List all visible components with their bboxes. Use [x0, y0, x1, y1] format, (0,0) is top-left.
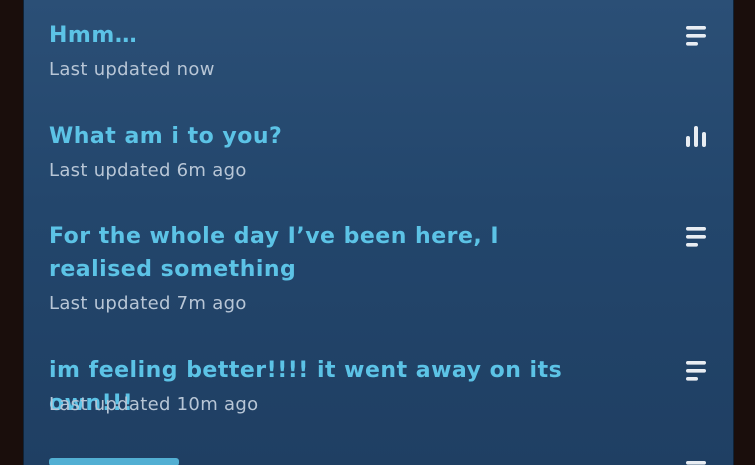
post-title-partial: [49, 458, 179, 465]
text-lines-icon: [684, 459, 708, 465]
text-lines-icon: [684, 359, 708, 383]
text-lines-icon: [684, 24, 708, 48]
post-last-updated: Last updated now: [49, 59, 215, 80]
text-lines-icon: [684, 225, 708, 249]
post-last-updated: Last updated 10m ago: [49, 394, 259, 415]
post-last-updated: Last updated 7m ago: [49, 293, 247, 314]
post-title[interactable]: For the whole day I’ve been here, I real…: [49, 220, 609, 286]
poll-bars-icon: [684, 124, 708, 148]
post-list-panel: Hmm… Last updated now What am i to you? …: [23, 0, 734, 465]
post-title[interactable]: Hmm…: [49, 19, 609, 52]
post-last-updated: Last updated 6m ago: [49, 160, 247, 181]
post-title[interactable]: What am i to you?: [49, 120, 609, 153]
